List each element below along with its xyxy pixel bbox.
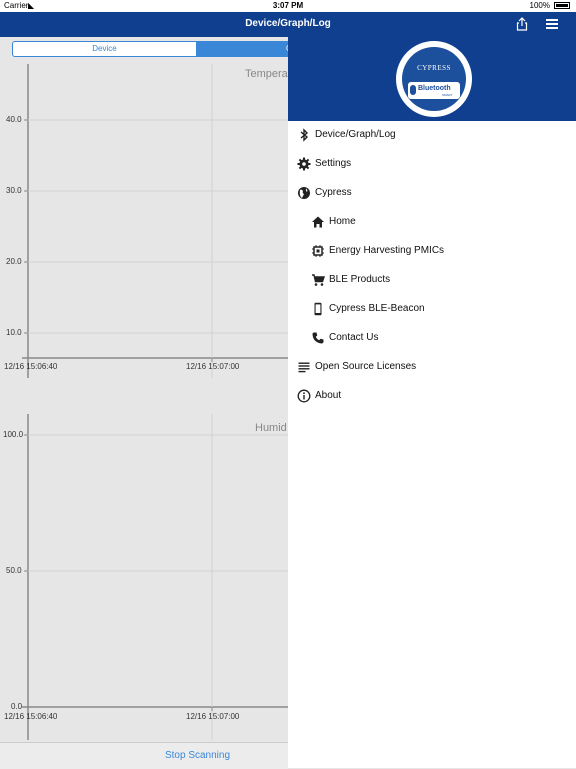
menu-item-label: About bbox=[315, 390, 342, 401]
home-icon bbox=[312, 216, 324, 228]
bluetooth-icon bbox=[300, 128, 309, 142]
chip-icon bbox=[312, 245, 324, 257]
logo-brand-text: CYPRESS bbox=[417, 64, 451, 72]
navigation-bar: Device/Graph/Log bbox=[0, 12, 576, 37]
menu-item-label: Device/Graph/Log bbox=[315, 129, 396, 140]
drawer-header: CYPRESS Bluetooth SMART bbox=[288, 37, 576, 121]
menu-item-label: Settings bbox=[315, 158, 352, 169]
menu-item-label: Cypress bbox=[315, 187, 352, 198]
menu-item-energy-harvesting-pmics[interactable]: Energy Harvesting PMICs bbox=[288, 237, 576, 265]
menu-item-label: Home bbox=[329, 216, 356, 227]
menu-item-home[interactable]: Home bbox=[288, 208, 576, 236]
bluetooth-mark-icon bbox=[410, 85, 416, 95]
menu-item-label: Contact Us bbox=[329, 332, 379, 343]
clock: 3:07 PM bbox=[272, 1, 304, 10]
gear-icon bbox=[297, 157, 311, 171]
chart-title: Humid bbox=[255, 422, 287, 434]
globe-icon bbox=[298, 187, 310, 199]
menu-item-ble-products[interactable]: BLE Products bbox=[288, 266, 576, 294]
bluetooth-sub-text: SMART bbox=[442, 93, 453, 97]
menu-item-device-graph-log[interactable]: Device/Graph/Log bbox=[288, 121, 576, 149]
status-bar: Carrier ◣ 3:07 PM 100% bbox=[0, 0, 576, 12]
x-tick-label: 12/16 15:06:40 bbox=[4, 362, 58, 371]
cart-icon bbox=[312, 274, 325, 286]
share-icon[interactable] bbox=[515, 17, 529, 31]
y-tick-label: 50.0 bbox=[6, 566, 22, 575]
cypress-bluetooth-logo: CYPRESS Bluetooth SMART bbox=[396, 41, 472, 117]
y-tick-label: 10.0 bbox=[6, 328, 22, 337]
menu-item-contact-us[interactable]: Contact Us bbox=[288, 324, 576, 352]
bottom-toolbar: Stop Scanning bbox=[0, 742, 288, 769]
battery-percent: 100% bbox=[529, 1, 550, 10]
temperature-chart-plot bbox=[22, 64, 288, 378]
call-icon bbox=[312, 332, 324, 344]
segment-device[interactable]: Device bbox=[13, 42, 196, 56]
y-tick-label: 100.0 bbox=[3, 430, 24, 439]
y-tick-label: 0.0 bbox=[11, 702, 23, 711]
bluetooth-badge: Bluetooth SMART bbox=[408, 82, 460, 99]
x-tick-label: 12/16 15:07:00 bbox=[186, 712, 240, 721]
page-title: Device/Graph/Log bbox=[245, 18, 331, 29]
y-tick-label: 20.0 bbox=[6, 257, 22, 266]
list-icon bbox=[298, 362, 310, 373]
x-tick-label: 12/16 15:06:40 bbox=[4, 712, 58, 721]
humidity-chart: Humid 100.0 50.0 0.0 12/16 15:06:40 12/1… bbox=[0, 410, 288, 742]
phone-icon bbox=[314, 302, 322, 316]
side-drawer: CYPRESS Bluetooth SMART Device/Graph/Log bbox=[288, 37, 576, 768]
view-segmented-control: Device Gra bbox=[12, 41, 312, 57]
x-tick-label: 12/16 15:07:00 bbox=[186, 362, 240, 371]
menu-item-about[interactable]: About bbox=[288, 382, 576, 410]
humidity-chart-plot bbox=[22, 414, 288, 740]
y-tick-label: 40.0 bbox=[6, 115, 22, 124]
menu-item-label: BLE Products bbox=[329, 274, 391, 285]
info-icon bbox=[297, 389, 311, 403]
chart-title: Tempera bbox=[245, 68, 288, 80]
menu-item-open-source-licenses[interactable]: Open Source Licenses bbox=[288, 353, 576, 381]
temperature-chart: Tempera 40.0 30.0 20.0 10.0 12/16 15:06:… bbox=[0, 60, 288, 380]
menu-item-settings[interactable]: Settings bbox=[288, 150, 576, 178]
menu-item-cypress[interactable]: Cypress bbox=[288, 179, 576, 207]
menu-item-label: Energy Harvesting PMICs bbox=[329, 245, 445, 256]
hamburger-menu-icon[interactable] bbox=[545, 18, 559, 30]
y-tick-label: 30.0 bbox=[6, 186, 22, 195]
battery-icon bbox=[554, 2, 570, 9]
bluetooth-text: Bluetooth bbox=[418, 85, 451, 92]
menu-item-label: Cypress BLE-Beacon bbox=[329, 303, 425, 314]
menu-item-label: Open Source Licenses bbox=[315, 361, 417, 372]
menu-item-cypress-ble-beacon[interactable]: Cypress BLE-Beacon bbox=[288, 295, 576, 323]
